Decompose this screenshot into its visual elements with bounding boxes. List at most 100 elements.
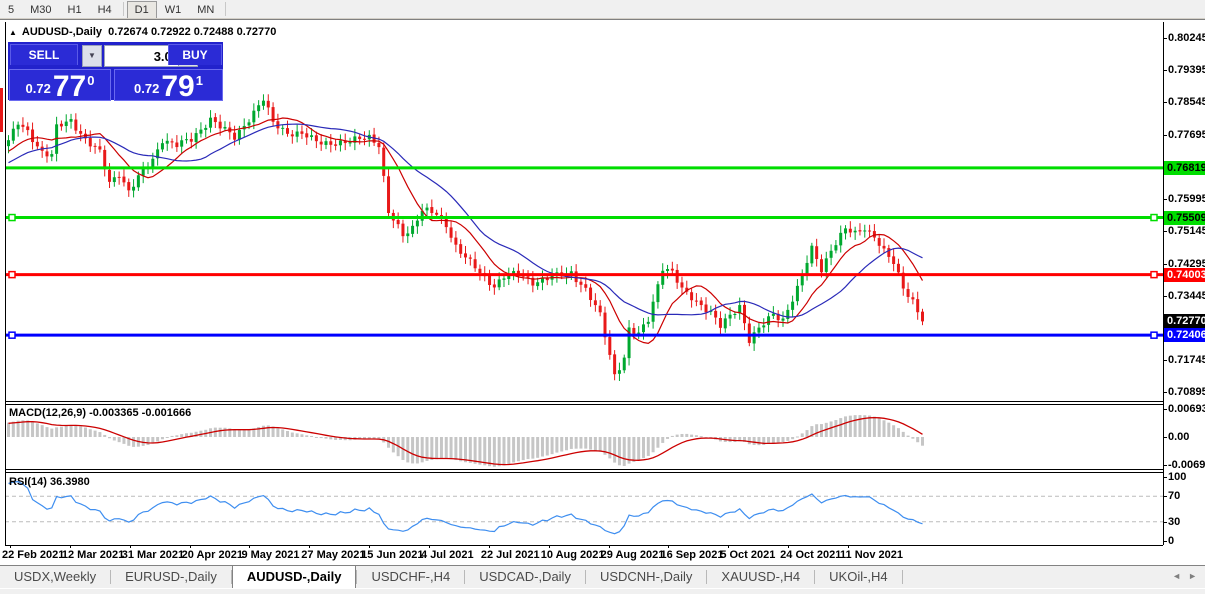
price-tick-mark bbox=[1163, 295, 1167, 297]
price-tick-mark bbox=[1163, 38, 1167, 39]
macd-tick-mark bbox=[1163, 437, 1167, 438]
date-label: 15 Jun 2021 bbox=[361, 549, 424, 561]
macd-tick-mark bbox=[1163, 409, 1167, 410]
date-label: 31 Mar 2021 bbox=[121, 549, 185, 561]
rsi-tick-mark bbox=[1163, 477, 1167, 478]
price-tick-label: 0.80245 bbox=[1168, 32, 1205, 44]
date-tick-mark bbox=[668, 545, 670, 548]
date-tick-mark bbox=[249, 545, 251, 548]
tab-ukoil-h4[interactable]: UKOil-,H4 bbox=[815, 566, 902, 588]
toolbar-separator bbox=[225, 2, 227, 17]
chart-left-border bbox=[5, 22, 6, 545]
tab-eurusd-daily[interactable]: EURUSD-,Daily bbox=[111, 566, 231, 588]
price-level-tag: 0.72406 bbox=[1164, 328, 1205, 343]
price-level-tag: 0.74003 bbox=[1164, 267, 1205, 282]
date-label: 22 Feb 2021 bbox=[2, 549, 65, 561]
price-tick-mark bbox=[1163, 263, 1167, 265]
price-chart-canvas[interactable] bbox=[5, 22, 1163, 401]
price-tick-mark bbox=[1163, 102, 1167, 104]
date-label: 5 Oct 2021 bbox=[720, 549, 776, 561]
date-tick-mark bbox=[189, 545, 191, 548]
timeframe-button-h4[interactable]: H4 bbox=[90, 1, 120, 18]
price-tick-label: 0.75995 bbox=[1168, 193, 1205, 206]
tabs-scroll-left-icon[interactable]: ◄ bbox=[1172, 571, 1181, 581]
rsi-tick-mark bbox=[1163, 522, 1167, 523]
date-tick-mark bbox=[728, 545, 730, 548]
date-tick-mark bbox=[369, 545, 371, 548]
date-tick-mark bbox=[608, 545, 610, 548]
date-label: 9 May 2021 bbox=[241, 549, 300, 561]
tab-usdx-weekly[interactable]: USDX,Weekly bbox=[0, 566, 110, 588]
status-bar-strip bbox=[0, 588, 1205, 594]
price-tick-label: 0.73445 bbox=[1168, 289, 1205, 302]
price-tick-label: 0.78545 bbox=[1168, 96, 1205, 109]
date-tick-mark bbox=[488, 545, 490, 548]
price-tick-mark bbox=[1163, 231, 1167, 233]
date-label: 20 Apr 2021 bbox=[181, 549, 243, 561]
date-label: 11 Nov 2021 bbox=[840, 549, 904, 561]
price-tick-mark bbox=[1163, 134, 1167, 136]
macd-histogram bbox=[7, 415, 924, 467]
date-label: 10 Aug 2021 bbox=[540, 549, 605, 561]
tab-usdcnh-daily[interactable]: USDCNH-,Daily bbox=[586, 566, 706, 588]
price-tick-mark bbox=[1163, 70, 1167, 72]
candles bbox=[7, 94, 924, 381]
date-tick-mark bbox=[69, 545, 71, 548]
date-tick-mark bbox=[429, 545, 431, 548]
macd-tick-label: 0.00 bbox=[1168, 431, 1190, 443]
timeframe-button-d1[interactable]: D1 bbox=[126, 1, 157, 18]
tab-xauusd-h4[interactable]: XAUUSD-,H4 bbox=[707, 566, 814, 588]
price-axis-line[interactable] bbox=[1163, 22, 1164, 545]
price-level-tag: 0.72770 bbox=[1164, 314, 1205, 329]
date-label: 24 Oct 2021 bbox=[780, 549, 842, 561]
rsi-label: RSI(14) 36.3980 bbox=[9, 476, 90, 488]
chart-tabs-bar: USDX,Weekly EURUSD-,Daily AUDUSD-,Daily USD… bbox=[0, 565, 1205, 589]
date-label: 22 Jul 2021 bbox=[480, 549, 540, 561]
timeframe-button-mn[interactable]: MN bbox=[189, 1, 222, 18]
macd-tick-mark bbox=[1163, 465, 1167, 466]
price-tick-label: 0.79395 bbox=[1168, 64, 1205, 77]
mt4-application-window: 5 M30 H1 H4 D1 W1 MN ▲ AUDUSD-,Daily 0.72674 0.… bbox=[0, 0, 1205, 594]
pane-separator[interactable] bbox=[5, 401, 1163, 402]
time-axis-line bbox=[5, 545, 1163, 546]
price-tick-mark bbox=[1163, 199, 1167, 201]
price-tick-label: 0.71745 bbox=[1168, 354, 1205, 367]
tabs-scroll-right-icon[interactable]: ► bbox=[1188, 571, 1197, 581]
rsi-tick-label: 0 bbox=[1168, 535, 1175, 547]
tab-usdchf-h4[interactable]: USDCHF-,H4 bbox=[357, 566, 464, 588]
date-label: 4 Jul 2021 bbox=[421, 549, 474, 561]
rsi-indicator-canvas[interactable] bbox=[5, 473, 1163, 545]
date-tick-mark bbox=[129, 545, 131, 548]
rsi-tick-mark bbox=[1163, 496, 1167, 497]
tab-audusd-daily[interactable]: AUDUSD-,Daily bbox=[231, 565, 357, 589]
tab-usdcad-daily[interactable]: USDCAD-,Daily bbox=[465, 566, 585, 588]
date-label: 16 Sep 2021 bbox=[660, 549, 724, 561]
date-tick-mark bbox=[788, 545, 790, 548]
horizontal-level-lines[interactable] bbox=[5, 166, 1163, 339]
date-label: 12 Mar 2021 bbox=[61, 549, 125, 561]
rsi-tick-label: 30 bbox=[1168, 516, 1181, 528]
timeframe-button-m30[interactable]: M30 bbox=[22, 1, 59, 18]
price-tick-label: 0.70895 bbox=[1168, 386, 1205, 399]
price-level-tag: 0.75509 bbox=[1164, 210, 1205, 225]
price-level-tag: 0.76819 bbox=[1164, 160, 1205, 175]
date-label: 27 May 2021 bbox=[301, 549, 366, 561]
rsi-line bbox=[8, 480, 923, 535]
date-tick-mark bbox=[848, 545, 850, 548]
date-tick-mark bbox=[309, 545, 311, 548]
rsi-tick-mark bbox=[1163, 541, 1167, 542]
timeframe-toolbar: 5 M30 H1 H4 D1 W1 MN bbox=[0, 0, 1205, 19]
date-tick-mark bbox=[548, 545, 550, 548]
macd-tick-label: 0.006936 bbox=[1168, 403, 1205, 415]
rsi-tick-label: 70 bbox=[1168, 490, 1181, 502]
price-tick-label: 0.77695 bbox=[1168, 128, 1205, 141]
timeframe-button-h1[interactable]: H1 bbox=[60, 1, 90, 18]
pane-separator[interactable] bbox=[5, 469, 1163, 470]
date-label: 29 Aug 2021 bbox=[600, 549, 665, 561]
price-tick-mark bbox=[1163, 392, 1167, 394]
date-tick-mark bbox=[10, 545, 11, 548]
price-tick-label: 0.75145 bbox=[1168, 225, 1205, 238]
timeframe-button-w1[interactable]: W1 bbox=[157, 1, 190, 18]
timeframe-button-5[interactable]: 5 bbox=[0, 1, 22, 18]
tab-separator bbox=[901, 570, 903, 584]
